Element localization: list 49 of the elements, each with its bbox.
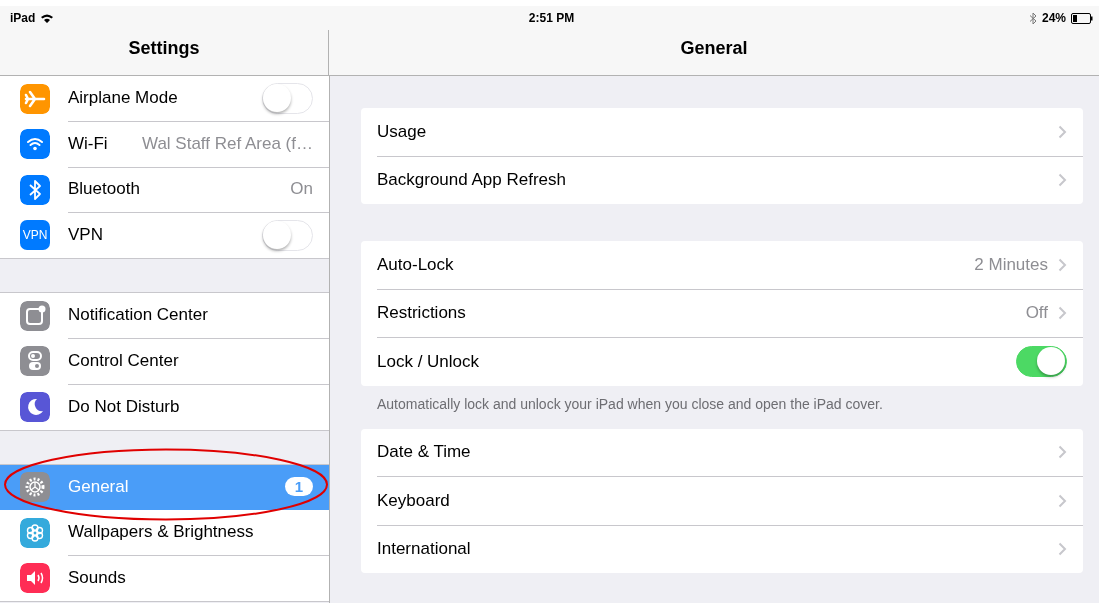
chevron-icon <box>1058 173 1067 188</box>
settings-row[interactable]: Background App Refresh <box>377 156 1083 204</box>
setting-value: 2 Minutes <box>974 254 1048 275</box>
chevron-icon <box>1058 124 1067 139</box>
device-name: iPad <box>10 11 36 25</box>
wifi-icon <box>40 12 55 24</box>
airplane-icon <box>20 83 50 114</box>
toggle-switch[interactable] <box>1016 346 1067 378</box>
footer-note: Automatically lock and unlock your iPad when you close and open the iPad cover. <box>376 394 884 412</box>
notification-icon <box>20 300 50 331</box>
wifi-icon <box>20 129 50 160</box>
sidebar-item[interactable]: Do Not Disturb <box>0 384 329 430</box>
sidebar-item[interactable]: Control Center <box>0 338 329 384</box>
switches-icon <box>20 346 50 377</box>
sidebar-item[interactable]: Airplane Mode <box>0 76 329 122</box>
battery-percent: 24% <box>1042 11 1066 25</box>
sidebar-item[interactable]: Notification Center <box>0 293 329 339</box>
battery-icon <box>1071 12 1093 24</box>
chevron-icon <box>1058 257 1067 272</box>
settings-row[interactable]: Restrictions Off <box>377 289 1083 338</box>
settings-row[interactable]: Lock / Unlock <box>377 338 1083 386</box>
bluetooth-icon <box>20 174 50 205</box>
settings-row[interactable]: Keyboard <box>377 477 1083 526</box>
chevron-icon <box>1058 493 1067 508</box>
settings-row[interactable]: Usage <box>377 108 1083 157</box>
sidebar-title: Settings <box>128 38 200 59</box>
settings-row[interactable]: Auto-Lock 2 Minutes <box>377 241 1083 290</box>
gear-icon <box>20 472 50 503</box>
setting-value: On <box>289 179 313 200</box>
count-badge: 1 <box>284 477 313 497</box>
vpn-icon: VPN <box>20 220 50 251</box>
chevron-icon <box>1058 306 1067 321</box>
sidebar-item[interactable]: Wi-Fi Wal Staff Ref Area (f… <box>0 121 329 167</box>
setting-value: Wal Staff Ref Area (f… <box>141 133 313 154</box>
page-title: General <box>680 38 748 59</box>
bluetooth-icon <box>1029 11 1037 25</box>
settings-row[interactable]: International <box>377 525 1083 573</box>
settings-row[interactable]: Date & Time <box>377 428 1083 477</box>
sidebar-item[interactable]: VPN VPN <box>0 212 329 258</box>
flower-icon <box>20 517 50 548</box>
sidebar-item[interactable]: Wallpapers & Brightness <box>0 510 329 556</box>
chevron-icon <box>1058 542 1067 557</box>
clock-time: 2:51 PM <box>528 11 575 25</box>
chevron-icon <box>1058 445 1067 460</box>
sidebar-item[interactable]: Sounds <box>0 555 329 601</box>
moon-icon <box>20 391 50 422</box>
speaker-icon <box>20 563 50 594</box>
setting-value: Off <box>1025 303 1048 324</box>
sidebar-item[interactable]: Bluetooth On <box>0 167 329 213</box>
